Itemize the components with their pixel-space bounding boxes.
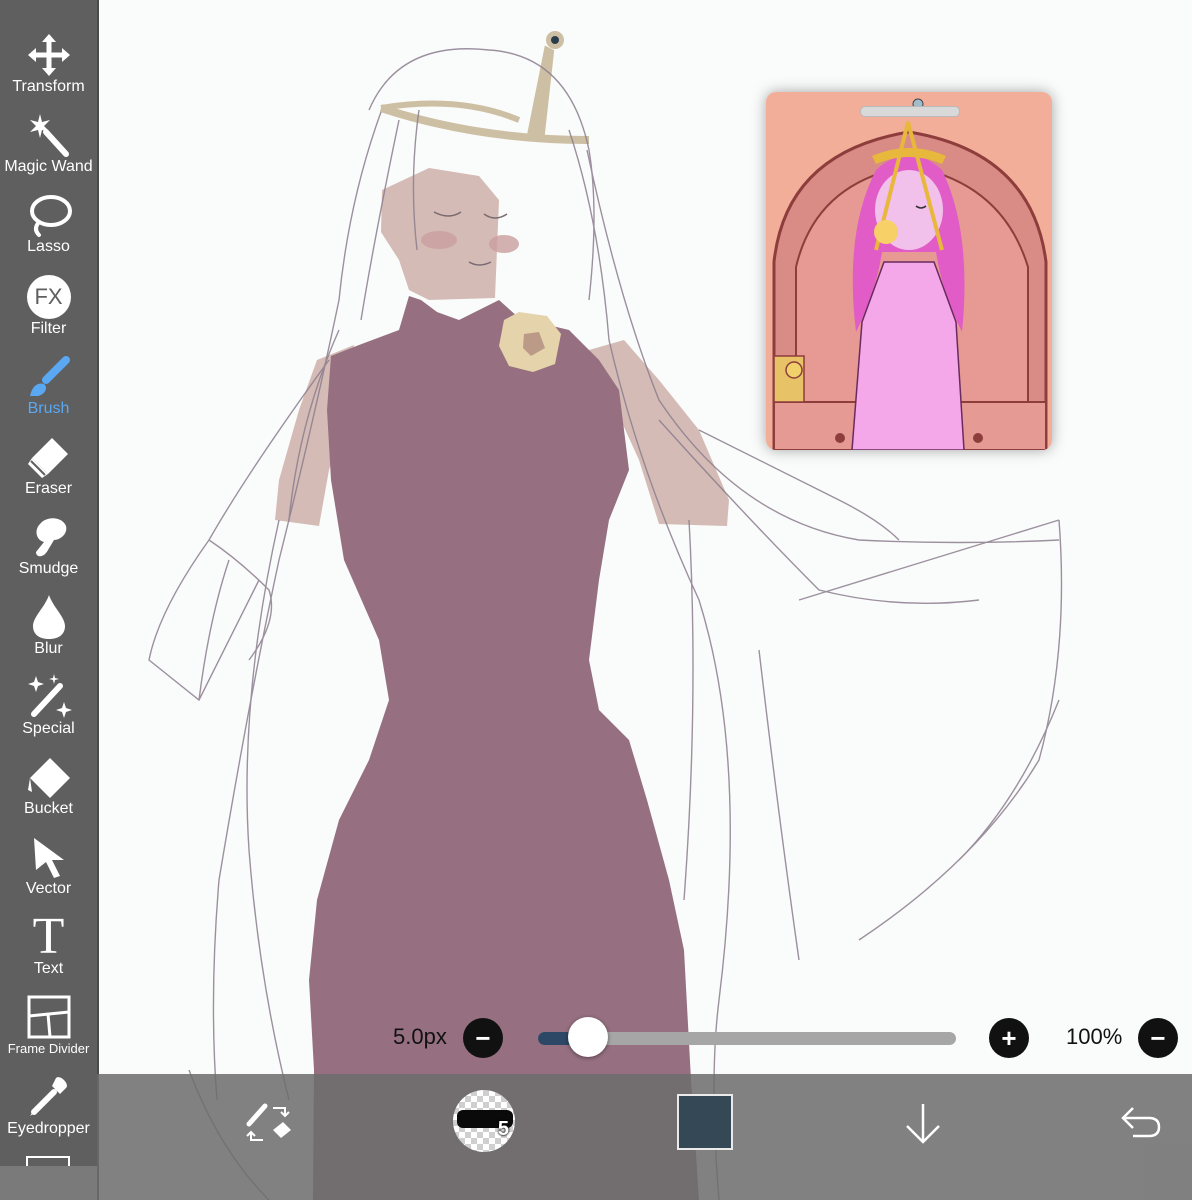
brush-size-decrease-button[interactable]: − xyxy=(463,1018,503,1058)
brush-size-value: 5.0px xyxy=(393,1024,447,1049)
blur-drop-icon xyxy=(24,592,74,642)
color-picker-swatch[interactable] xyxy=(677,1094,733,1150)
text-icon: T xyxy=(24,908,74,965)
brush-size-increase-button[interactable]: + xyxy=(989,1018,1029,1058)
plus-icon: + xyxy=(1001,1023,1017,1053)
brush-eraser-swap-icon xyxy=(246,1103,291,1141)
tool-frame-divider[interactable]: Frame Divider xyxy=(0,992,97,1072)
brush-opacity-value: 100% xyxy=(1066,1024,1123,1049)
arrow-down-icon xyxy=(906,1104,940,1144)
brush-icon xyxy=(24,352,74,402)
bottom-toolbar: 5 xyxy=(97,1074,1192,1200)
tool-label: Vector xyxy=(25,880,72,897)
vector-arrow-icon xyxy=(24,832,74,882)
text-icon-glyph: T xyxy=(32,908,65,965)
reference-image-window[interactable] xyxy=(766,92,1052,450)
tool-transform[interactable]: Transform xyxy=(0,30,97,110)
tool-text[interactable]: T Text xyxy=(0,908,97,992)
tool-label: Bucket xyxy=(24,800,73,817)
tool-vector[interactable]: Vector xyxy=(0,832,97,912)
tool-brush[interactable]: Brush xyxy=(0,352,97,432)
tool-filter[interactable]: FX Filter xyxy=(0,272,97,352)
tool-label: Smudge xyxy=(18,560,79,577)
tool-label: Special xyxy=(22,720,75,737)
undo-icon xyxy=(1121,1107,1161,1138)
tool-label: Lasso xyxy=(27,238,70,255)
tool-eraser[interactable]: Eraser xyxy=(0,432,97,512)
swap-brush-eraser-button[interactable] xyxy=(243,1100,293,1146)
tool-blur[interactable]: Blur xyxy=(0,592,97,672)
reference-drag-handle[interactable] xyxy=(860,106,960,117)
tool-sidebar: Transform Magic Wand Lasso FX Filter Bru… xyxy=(0,0,99,1200)
magic-wand-icon xyxy=(24,110,74,160)
tool-label: Transform xyxy=(12,78,85,95)
eyedropper-icon xyxy=(24,1072,74,1122)
eraser-icon xyxy=(24,432,74,482)
layer-down-button[interactable] xyxy=(901,1100,945,1146)
tool-label: Text xyxy=(33,960,64,977)
tool-lasso[interactable]: Lasso xyxy=(0,190,97,270)
tool-label: Blur xyxy=(34,640,63,657)
lasso-icon xyxy=(24,190,74,240)
transform-icon xyxy=(24,30,74,80)
fx-icon-text: FX xyxy=(34,284,63,309)
toolbar-footer xyxy=(0,1166,97,1200)
undo-button[interactable] xyxy=(1119,1102,1163,1142)
reference-image xyxy=(766,92,1052,450)
bucket-icon xyxy=(24,752,74,802)
tool-label: Filter xyxy=(30,320,67,337)
tool-label: Eraser xyxy=(24,480,73,497)
tool-label: Eyedropper xyxy=(7,1120,90,1137)
tool-label: Frame Divider xyxy=(7,1041,90,1056)
frame-divider-icon xyxy=(24,992,74,1042)
brush-opacity-decrease-button[interactable]: − xyxy=(1138,1018,1178,1058)
brush-size-slider-thumb[interactable] xyxy=(568,1017,609,1057)
tool-label: Brush xyxy=(27,400,70,417)
brush-preview-number: 5 xyxy=(497,1118,509,1140)
brush-settings-button[interactable]: 5 xyxy=(453,1090,515,1152)
tool-bucket[interactable]: Bucket xyxy=(0,752,97,832)
tool-special[interactable]: Special xyxy=(0,672,97,752)
minus-icon: − xyxy=(475,1023,491,1053)
tool-smudge[interactable]: Smudge xyxy=(0,512,97,592)
tool-label: Magic Wand xyxy=(4,158,93,175)
special-sparkle-icon xyxy=(24,672,74,722)
minus-icon: − xyxy=(1150,1023,1166,1053)
fx-filter-icon: FX xyxy=(24,272,74,322)
tool-eyedropper[interactable]: Eyedropper xyxy=(0,1072,97,1152)
tool-magic-wand[interactable]: Magic Wand xyxy=(0,110,97,190)
smudge-icon xyxy=(24,512,74,562)
